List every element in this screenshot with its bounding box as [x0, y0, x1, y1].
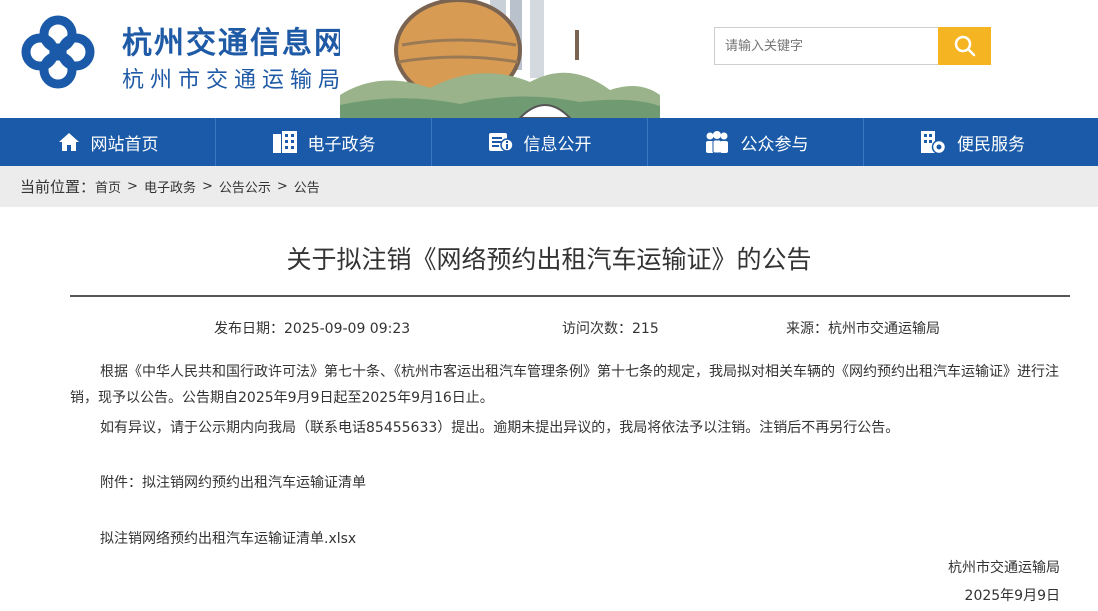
breadcrumb: 当前位置： 首页 > 电子政务 > 公告公示 > 公告	[0, 166, 1098, 207]
signature-date: 2025年9月9日	[964, 588, 1060, 604]
signature-org: 杭州市交通运输局	[948, 560, 1060, 576]
breadcrumb-separator: >	[276, 179, 288, 194]
attachment-label: 附件：拟注销网约预约出租汽车运输证清单	[100, 475, 366, 491]
nav-item-convenience-services[interactable]: 便民服务	[864, 118, 1080, 166]
search-icon	[954, 35, 975, 57]
building-icon	[272, 131, 297, 153]
header-scenery-illustration	[340, 0, 660, 118]
nav-item-public-participation[interactable]: 公众参与	[648, 118, 864, 166]
publish-date: 发布日期：2025-09-09 09:23	[214, 321, 411, 337]
search-button[interactable]	[938, 27, 991, 65]
people-icon	[705, 131, 728, 154]
attachment-file-link[interactable]: 拟注销网络预约出租汽车运输证清单.xlsx	[70, 526, 1068, 552]
nav-item-label: 公众参与	[740, 134, 809, 155]
article-title: 关于拟注销《网络预约出租汽车运输证》的公告	[286, 245, 812, 274]
visit-count: 访问次数：215	[562, 321, 659, 337]
info-icon	[488, 133, 514, 152]
nav-item-home[interactable]: 网站首页	[0, 118, 216, 166]
service-icon	[921, 131, 947, 155]
article-paragraph-1: 根据《中华人民共和国行政许可法》第七十条、《杭州市客运出租汽车管理条例》第十七条…	[70, 364, 1059, 406]
site-title[interactable]: 杭州交通信息网	[122, 18, 346, 62]
breadcrumb-home[interactable]: 首页	[95, 177, 121, 196]
nav-item-label: 网站首页	[90, 134, 159, 155]
breadcrumb-notice[interactable]: 公告	[294, 177, 320, 196]
search-input[interactable]	[715, 28, 935, 64]
breadcrumb-separator: >	[127, 179, 138, 194]
article-source: 来源：杭州市交通运输局	[786, 321, 940, 337]
nav-item-info-disclosure[interactable]: 信息公开	[432, 118, 648, 166]
breadcrumb-e-government[interactable]: 电子政务	[144, 177, 196, 196]
nav-item-label: 信息公开	[523, 134, 592, 155]
nav-item-e-government[interactable]: 电子政务	[216, 118, 432, 166]
nav-item-label: 电子政务	[307, 134, 376, 155]
breadcrumb-separator: >	[201, 179, 213, 194]
article-paragraph-2: 如有异议，请于公示期内向我局（联系电话85455633）提出。逾期未提出异议的，…	[100, 420, 900, 436]
nav-item-label: 便民服务	[957, 134, 1025, 155]
search-box	[714, 27, 938, 65]
breadcrumb-announcements[interactable]: 公告公示	[219, 177, 271, 196]
title-divider	[70, 295, 1070, 297]
site-header: 杭州交通信息网 杭州市交通运输局	[0, 0, 1098, 118]
site-logo-icon[interactable]	[18, 12, 98, 92]
main-nav: 网站首页 电子政务 信息公开 公众参与 便民服务	[0, 118, 1098, 166]
home-icon	[58, 133, 79, 151]
site-subtitle: 杭州市交通运输局	[122, 68, 347, 93]
breadcrumb-label: 当前位置：	[20, 178, 96, 196]
